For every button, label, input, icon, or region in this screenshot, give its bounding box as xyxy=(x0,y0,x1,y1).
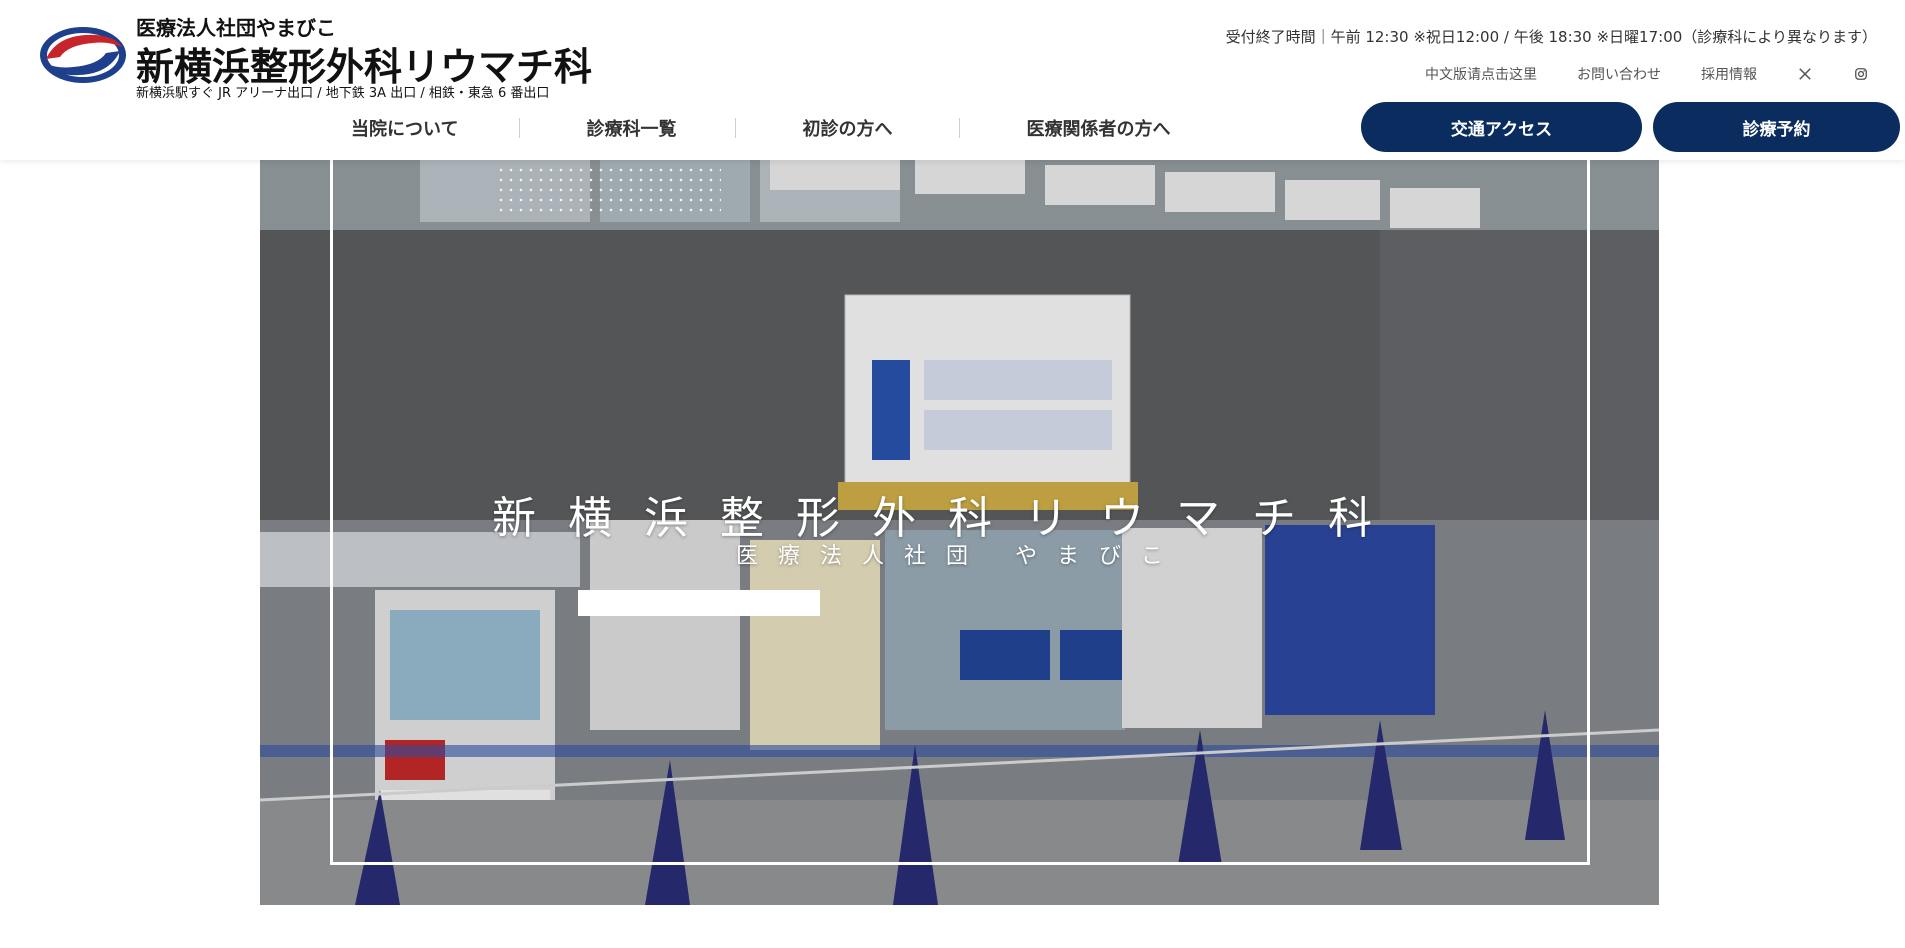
dot-pattern xyxy=(496,165,721,215)
reservation-button[interactable]: 診療予約 xyxy=(1653,102,1900,152)
recruit-link[interactable]: 採用情報 xyxy=(1701,64,1757,84)
access-summary: 新横浜駅すぐ JR アリーナ出口 / 地下鉄 3A 出口 / 相鉄・東急 6 番… xyxy=(136,86,550,101)
instagram-icon[interactable] xyxy=(1853,66,1869,82)
nav-departments[interactable]: 診療科一覧 xyxy=(519,115,735,141)
utility-links: 中文版请点击这里 お問い合わせ 採用情報 xyxy=(1385,64,1869,84)
logo-icon xyxy=(40,27,126,83)
chinese-version-link[interactable]: 中文版请点击这里 xyxy=(1425,64,1537,84)
access-button[interactable]: 交通アクセス xyxy=(1361,102,1642,152)
nav-medical-professionals[interactable]: 医療関係者の方へ xyxy=(959,115,1170,141)
reception-hours: 受付終了時間｜午前 12:30 ※祝日12:00 / 午後 18:30 ※日曜1… xyxy=(1225,28,1877,46)
hero-highlight-bar xyxy=(578,590,820,616)
hero-video: 新横浜整形外科リウマチ科 医療法人社団 やまびこ xyxy=(260,160,1659,905)
nav-about[interactable]: 当院について xyxy=(300,115,519,141)
hero-subtitle: 医療法人社団 やまびこ xyxy=(736,544,1183,569)
site-header: 医療法人社団やまびこ 新横浜整形外科リウマチ科 新横浜駅すぐ JR アリーナ出口… xyxy=(0,0,1905,160)
contact-link[interactable]: お問い合わせ xyxy=(1577,64,1661,84)
nav-first-visit[interactable]: 初診の方へ xyxy=(735,115,959,141)
hero-title: 新横浜整形外科リウマチ科 xyxy=(492,493,1404,544)
main-nav: 当院について 診療科一覧 初診の方へ 医療関係者の方へ xyxy=(300,110,1170,146)
logo-link[interactable]: 医療法人社団やまびこ 新横浜整形外科リウマチ科 新横浜駅すぐ JR アリーナ出口… xyxy=(38,12,592,102)
x-icon[interactable] xyxy=(1797,66,1813,82)
